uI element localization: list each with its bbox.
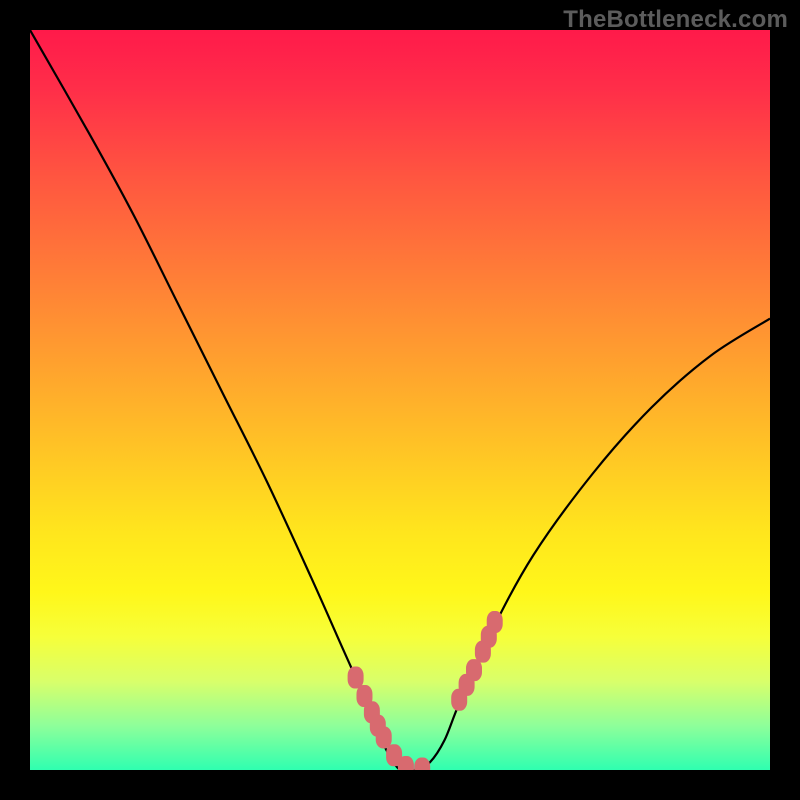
markers-group bbox=[348, 611, 503, 770]
plot-area bbox=[30, 30, 770, 770]
marker-point bbox=[487, 611, 503, 633]
marker-point bbox=[414, 758, 430, 770]
marker-point bbox=[466, 659, 482, 681]
chart-frame: TheBottleneck.com bbox=[0, 0, 800, 800]
marker-point bbox=[376, 726, 392, 748]
marker-point bbox=[348, 667, 364, 689]
bottleneck-curve bbox=[30, 30, 770, 770]
chart-svg bbox=[30, 30, 770, 770]
